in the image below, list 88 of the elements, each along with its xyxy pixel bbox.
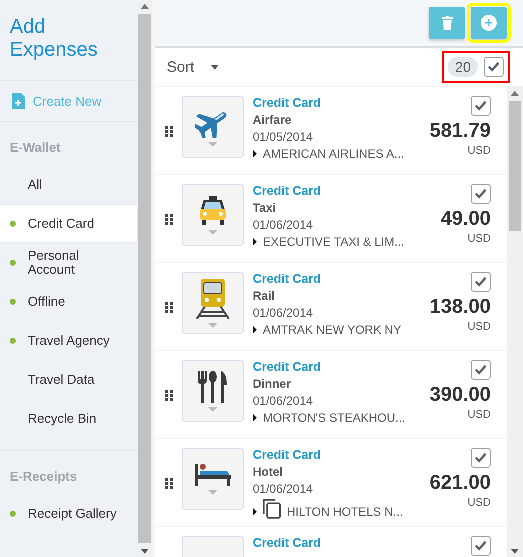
payment-type: Credit Card xyxy=(253,96,322,110)
expense-amount: 138.00 xyxy=(430,296,491,319)
checkbox[interactable] xyxy=(471,360,491,380)
section-header: E-Receipts xyxy=(9,468,78,486)
expense-type: Airfare xyxy=(253,113,293,127)
expand-arrow-icon[interactable] xyxy=(253,508,257,516)
currency-label: USD xyxy=(468,321,491,333)
scrollbar-thumb[interactable] xyxy=(509,101,521,231)
drag-handle-icon[interactable] xyxy=(164,214,172,225)
caret-icon xyxy=(208,142,218,146)
drag-handle-icon[interactable] xyxy=(164,390,172,401)
merchant-name: HILTON HOTELS N... xyxy=(287,505,404,519)
caret-down-icon[interactable] xyxy=(511,548,519,554)
checkbox[interactable] xyxy=(471,448,491,468)
checkbox[interactable] xyxy=(471,536,491,556)
scrollbar-thumb[interactable] xyxy=(138,14,151,543)
payment-type: Credit Card xyxy=(253,184,322,198)
expense-type: Taxi xyxy=(253,201,278,215)
merchant-name: AMTRAK NEW YORK NY xyxy=(263,323,402,337)
drag-handle-icon[interactable] xyxy=(164,302,172,313)
expense-date: 01/06/2014 xyxy=(253,482,314,496)
merchant-name: EXECUTIVE TAXI & LIM... xyxy=(263,235,405,249)
caret-down-icon[interactable] xyxy=(210,64,219,70)
expense-amount: 581.79 xyxy=(430,120,491,143)
expand-arrow-icon[interactable] xyxy=(253,326,257,334)
category-tile[interactable] xyxy=(182,272,244,334)
expense-type: Dinner xyxy=(253,377,292,391)
category-tile[interactable] xyxy=(182,360,244,422)
drag-handle-icon[interactable] xyxy=(164,478,172,489)
caret-icon xyxy=(208,230,218,234)
payment-type: Credit Card xyxy=(253,448,322,462)
checkbox[interactable] xyxy=(471,184,491,204)
expense-amount: 49.00 xyxy=(440,208,491,231)
caret-up-icon[interactable] xyxy=(511,90,519,96)
plus-circle-icon xyxy=(481,15,497,31)
sidebar-item[interactable]: Offline xyxy=(0,282,137,321)
currency-label: USD xyxy=(468,145,491,157)
sidebar-item[interactable]: Travel Agency xyxy=(0,321,137,360)
copy-icon xyxy=(263,499,281,519)
sidebar-item[interactable]: Recycle Bin xyxy=(0,399,137,438)
sidebar-item[interactable]: Receipt Gallery xyxy=(0,494,137,533)
new-document-icon xyxy=(12,93,25,109)
category-tile[interactable] xyxy=(182,184,244,246)
expense-date: 01/05/2014 xyxy=(253,130,314,144)
sidebar-item[interactable]: Credit Card xyxy=(0,204,137,243)
section-header: E-Wallet xyxy=(9,139,62,157)
expense-amount: 390.00 xyxy=(430,384,491,407)
caret-up-icon[interactable] xyxy=(140,4,148,8)
expense-type: Rail xyxy=(253,289,276,303)
cutlery-icon xyxy=(198,370,228,402)
expand-arrow-icon[interactable] xyxy=(253,414,257,422)
merchant-name: AMERICAN AIRLINES A... xyxy=(263,147,404,161)
payment-type: Credit Card xyxy=(253,272,322,286)
checkbox[interactable] xyxy=(484,57,504,77)
caret-icon xyxy=(208,490,218,494)
expense-date: 01/06/2014 xyxy=(253,306,314,320)
scrollbar[interactable] xyxy=(507,87,523,557)
expense-amount: 621.00 xyxy=(430,472,491,495)
train-icon xyxy=(195,278,231,318)
trash-icon xyxy=(442,16,452,30)
merchant-name: MORTON'S STEAKHOU... xyxy=(263,411,406,425)
expand-arrow-icon[interactable] xyxy=(253,150,257,158)
expense-date: 01/06/2014 xyxy=(253,218,314,232)
sidebar-item[interactable]: Travel Data xyxy=(0,360,137,399)
checkbox[interactable] xyxy=(471,96,491,116)
drag-handle-icon[interactable] xyxy=(164,126,172,137)
page-title: Add Expenses xyxy=(9,15,99,63)
count-badge: 20 xyxy=(448,57,478,77)
sort-dropdown[interactable]: Sort xyxy=(167,58,219,76)
caret-icon xyxy=(208,322,218,328)
checkbox[interactable] xyxy=(471,272,491,292)
payment-type: Credit Card xyxy=(253,536,322,550)
category-tile[interactable] xyxy=(182,96,244,158)
payment-type: Credit Card xyxy=(253,360,322,374)
bed-icon xyxy=(195,464,231,486)
currency-label: USD xyxy=(468,497,491,509)
sidebar-item[interactable]: All xyxy=(0,165,137,204)
taxi-icon xyxy=(199,196,227,226)
scrollbar[interactable] xyxy=(137,0,152,557)
sidebar-item[interactable]: Personal Account xyxy=(0,243,137,282)
caret-icon xyxy=(208,406,218,412)
expand-arrow-icon[interactable] xyxy=(253,238,257,246)
currency-label: USD xyxy=(468,409,491,421)
caret-down-icon[interactable] xyxy=(140,548,148,554)
expense-type: Hotel xyxy=(253,465,284,479)
expense-date: 01/06/2014 xyxy=(253,394,314,408)
category-tile[interactable] xyxy=(182,448,244,510)
currency-label: USD xyxy=(468,233,491,245)
